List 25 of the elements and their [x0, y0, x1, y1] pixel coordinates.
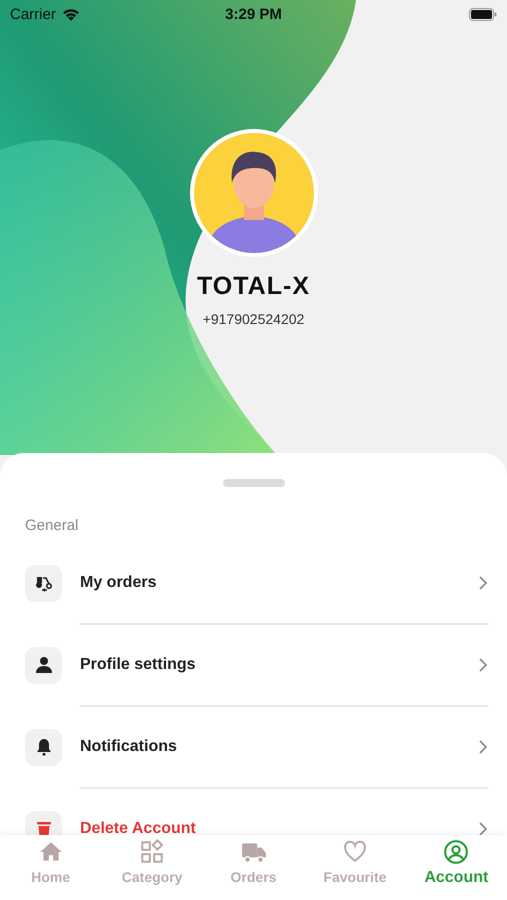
chevron-icon	[478, 821, 488, 835]
nav-tab[interactable]: Favourite	[304, 835, 406, 900]
wifi-icon	[62, 8, 80, 20]
menu-item[interactable]: My orders	[0, 543, 507, 623]
nav-tab[interactable]: Account	[406, 835, 507, 900]
chevron-icon	[478, 739, 488, 755]
menu-item[interactable]: Profile settings	[0, 625, 507, 705]
scooter-icon	[25, 564, 62, 602]
chevron-icon	[478, 657, 488, 673]
nav-tab[interactable]: Home	[0, 835, 102, 900]
bell-icon	[25, 728, 62, 766]
grid-icon	[139, 839, 166, 865]
carrier-label: Carrier	[10, 6, 56, 22]
user-name: TOTAL-X	[196, 272, 310, 301]
user-icon	[443, 839, 470, 865]
chevron-icon	[478, 575, 488, 591]
section-title: General	[25, 517, 78, 534]
battery-icon	[468, 8, 497, 20]
drag-handle[interactable]	[222, 479, 284, 487]
person-icon	[25, 646, 62, 684]
nav-tab[interactable]: Category	[101, 835, 203, 900]
menu-item[interactable]: Notifications	[0, 707, 507, 787]
nav-tab[interactable]: Orders	[202, 835, 304, 900]
clock-time: 3:29 PM	[224, 6, 283, 22]
phone-number: +917902524202	[202, 311, 304, 327]
